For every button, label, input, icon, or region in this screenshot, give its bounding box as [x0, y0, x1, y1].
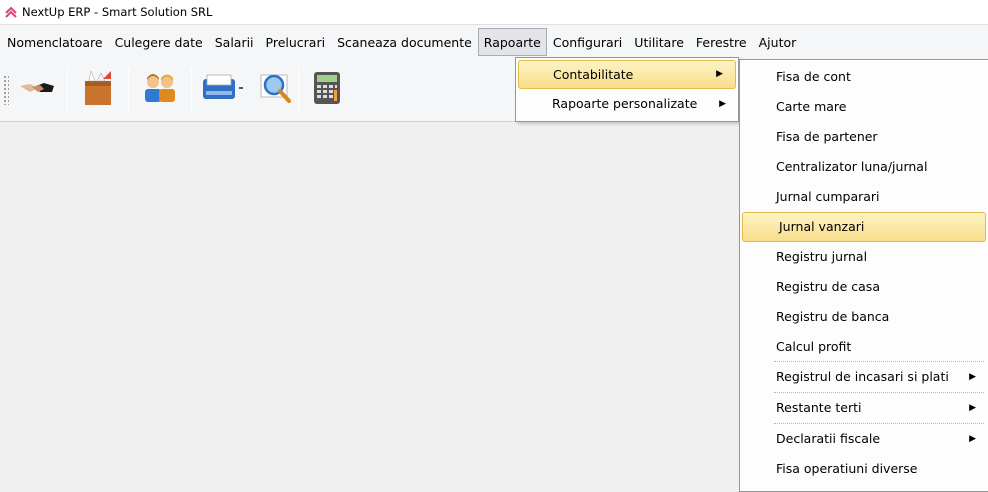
menu-prelucrari[interactable]: Prelucrari [260, 28, 332, 56]
menu-item-label: Declaratii fiscale [776, 431, 881, 446]
menu-item-registru-jurnal[interactable]: Registru jurnal [740, 242, 988, 272]
submenu-arrow-icon: ▶ [719, 99, 726, 109]
contabilitate-menu: Fisa de cont Carte mare Fisa de partener… [739, 59, 988, 492]
menu-item-label: Contabilitate [553, 67, 634, 82]
employees-button[interactable] [129, 63, 191, 117]
menu-item-restante-terti[interactable]: Restante terti ▶ [740, 393, 988, 423]
menu-item-declaratii-fiscale[interactable]: Declaratii fiscale ▶ [740, 424, 988, 454]
title-bar: NextUp ERP - Smart Solution SRL [0, 0, 988, 24]
menu-item-fisa-de-cont[interactable]: Fisa de cont [740, 62, 988, 92]
submenu-arrow-icon: ▶ [969, 434, 976, 444]
menu-utilitare[interactable]: Utilitare [628, 28, 690, 56]
handshake-icon [18, 76, 58, 103]
menu-culegere-date[interactable]: Culegere date [109, 28, 209, 56]
menu-item-fisa-de-partener[interactable]: Fisa de partener [740, 122, 988, 152]
calculator-button[interactable] [299, 63, 355, 117]
menu-ajutor[interactable]: Ajutor [753, 28, 803, 56]
menu-item-centralizator[interactable]: Centralizator luna/jurnal [740, 152, 988, 182]
menu-item-registru-de-banca[interactable]: Registru de banca [740, 302, 988, 332]
menu-configurari[interactable]: Configurari [547, 28, 628, 56]
menu-item-jurnal-cumparari[interactable]: Jurnal cumparari [740, 182, 988, 212]
menu-rapoarte[interactable]: Rapoarte [477, 27, 547, 56]
menu-scaneaza-documente[interactable]: Scaneaza documente [331, 28, 478, 56]
menu-item-fisa-operatiuni-diverse[interactable]: Fisa operatiuni diverse [740, 454, 988, 484]
menu-item-rapoarte-personalizate[interactable]: Rapoarte personalizate ▶ [516, 89, 738, 119]
printer-icon [201, 73, 245, 106]
search-button[interactable] [254, 63, 298, 117]
menu-item-jurnal-vanzari[interactable]: Jurnal vanzari [742, 212, 986, 242]
inventory-button[interactable] [68, 63, 128, 117]
menu-salarii[interactable]: Salarii [209, 28, 260, 56]
calculator-icon [312, 71, 342, 108]
menu-item-label: Registrul de incasari si plati [776, 369, 949, 384]
print-button[interactable] [192, 63, 254, 117]
menu-item-carte-mare[interactable]: Carte mare [740, 92, 988, 122]
window-title: NextUp ERP - Smart Solution SRL [22, 5, 213, 19]
rapoarte-menu: Contabilitate ▶ Rapoarte personalizate ▶ [515, 57, 739, 122]
menu-item-registru-de-casa[interactable]: Registru de casa [740, 272, 988, 302]
magnifier-icon [259, 71, 293, 108]
menu-item-registrul-incasari-plati[interactable]: Registrul de incasari si plati ▶ [740, 362, 988, 392]
menu-item-label: Rapoarte personalizate [552, 96, 698, 111]
submenu-arrow-icon: ▶ [969, 403, 976, 413]
menu-nomenclatoare[interactable]: Nomenclatoare [1, 28, 109, 56]
box-icon [81, 69, 115, 110]
menu-item-contabilitate[interactable]: Contabilitate ▶ [518, 60, 736, 89]
menu-bar: Nomenclatoare Culegere date Salarii Prel… [0, 24, 988, 58]
app-logo-icon [4, 5, 18, 19]
submenu-arrow-icon: ▶ [716, 69, 723, 79]
submenu-arrow-icon: ▶ [969, 372, 976, 382]
menu-ferestre[interactable]: Ferestre [690, 28, 753, 56]
partners-button[interactable] [9, 63, 67, 117]
menu-item-label: Restante terti [776, 400, 862, 415]
users-icon [140, 72, 180, 107]
menu-item-calcul-profit[interactable]: Calcul profit [740, 332, 988, 361]
